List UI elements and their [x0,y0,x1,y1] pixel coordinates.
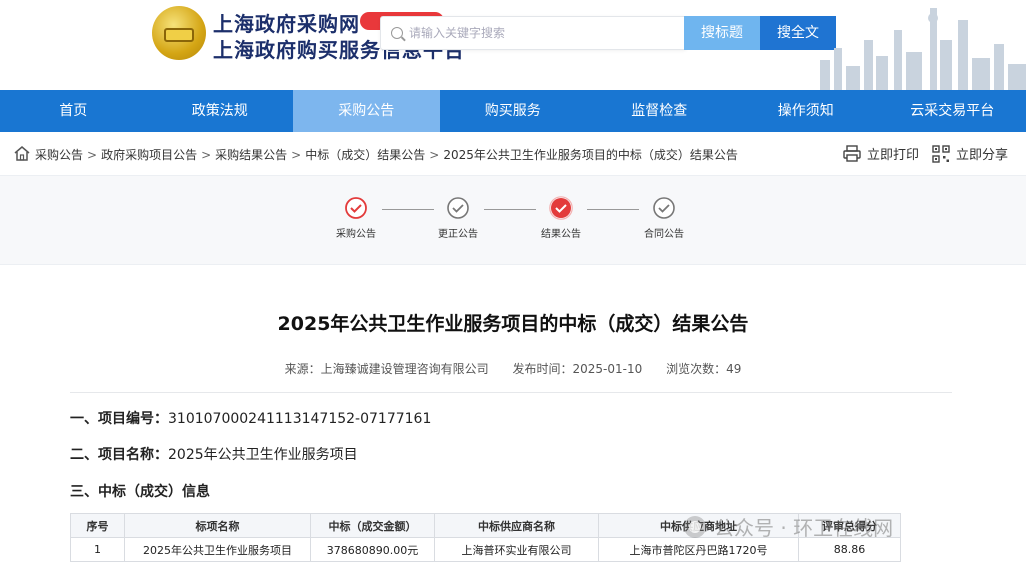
nav-item-supervision[interactable]: 监督检查 [586,90,733,132]
qr-code-icon [932,144,950,163]
step-correction-notice[interactable]: 更正公告 [428,196,488,240]
home-icon[interactable] [14,146,30,161]
main-nav: 首页 政策法规 采购公告 购买服务 监督检查 操作须知 云采交易平台 [0,90,1026,132]
table-cell: 88.86 [798,537,901,562]
page-title: 2025年公共卫生作业服务项目的中标（成交）结果公告 [277,313,749,335]
site-emblem-icon[interactable] [152,6,206,60]
nav-item-instructions[interactable]: 操作须知 [733,90,880,132]
breadcrumb-separator: > [291,148,302,162]
nav-item-purchase-service[interactable]: 购买服务 [440,90,587,132]
print-button[interactable]: 立即打印 [843,144,919,163]
step-connector [382,209,434,210]
breadcrumb-bar: 采购公告 > 政府采购项目公告 > 采购结果公告 > 中标（成交）结果公告 >2025年公共卫… [0,132,1026,176]
check-circle-icon [653,197,675,219]
project-name-row: 二、项目名称：2025年公共卫生作业服务项目 [70,444,358,464]
breadcrumb-item[interactable]: 采购结果公告 [215,148,287,162]
table-cell: 378680890.00元 [310,537,435,562]
project-number-row: 一、项目编号：310107000241113147152-07177161 [70,408,431,428]
search-icon [391,27,403,39]
breadcrumb-separator: > [201,148,212,162]
notice-progress-steps: 采购公告 更正公告 结果公告 合同公告 [0,176,1026,265]
share-button[interactable]: 立即分享 [932,144,1008,163]
breadcrumb-current: 2025年公共卫生作业服务项目的中标（成交）结果公告 [443,148,738,162]
search-box [380,16,686,50]
table-cell: 2025年公共卫生作业服务项目 [124,537,311,562]
notice-view-count: 浏览次数：49 [666,362,742,376]
watermark-text: 公众号 · 环卫在线网 [714,516,894,540]
table-cell: 上海市普陀区丹巴路1720号 [598,537,799,562]
check-circle-filled-icon [549,196,573,220]
divider [70,392,952,393]
wechat-icon [684,515,706,538]
city-skyline-image [820,8,1026,90]
notice-meta: 来源：上海臻诚建设管理咨询有限公司 发布时间：2025-01-10 浏览次数：4… [0,360,1026,377]
breadcrumb-item[interactable]: 政府采购项目公告 [101,148,197,162]
nav-item-policy[interactable]: 政策法规 [147,90,294,132]
watermark: 公众号 · 环卫在线网 [684,512,893,541]
check-circle-icon [345,197,367,219]
breadcrumb-item[interactable]: 中标（成交）结果公告 [305,148,425,162]
project-number-label: 一、项目编号： [70,411,168,427]
table-row: 1 2025年公共卫生作业服务项目 378680890.00元 上海普环实业有限… [70,537,901,562]
project-name-value: 2025年公共卫生作业服务项目 [168,447,358,463]
notice-source: 来源：上海臻诚建设管理咨询有限公司 [284,362,489,376]
column-header: 标项名称 [124,513,311,538]
step-label: 合同公告 [644,229,684,240]
printer-icon [843,145,861,162]
share-label: 立即分享 [956,148,1009,163]
search-input[interactable] [409,23,679,43]
step-procurement-notice[interactable]: 采购公告 [326,196,386,240]
award-info-heading: 三、中标（成交）信息 [70,484,210,500]
table-cell: 上海普环实业有限公司 [434,537,599,562]
column-header: 序号 [70,513,125,538]
nav-item-cloud-platform[interactable]: 云采交易平台 [879,90,1026,132]
project-name-label: 二、项目名称： [70,447,168,463]
breadcrumb-item[interactable]: 采购公告 [35,148,83,162]
notice-publish-time: 发布时间：2025-01-10 [512,362,643,376]
print-label: 立即打印 [867,148,920,163]
nav-item-procurement-notice[interactable]: 采购公告 [293,90,440,132]
column-header: 中标供应商名称 [434,513,599,538]
nav-item-home[interactable]: 首页 [0,90,147,132]
step-connector [484,209,536,210]
step-result-notice[interactable]: 结果公告 [531,196,591,240]
breadcrumb-separator: > [87,148,98,162]
breadcrumb-separator: > [429,148,440,162]
breadcrumb: 采购公告 > 政府采购项目公告 > 采购结果公告 > 中标（成交）结果公告 >2025年公共卫… [35,146,738,163]
site-header: 上海政府采购网 上海政府购买服务信息平台 搜标题 搜全文 [0,0,1026,90]
project-number-value: 310107000241113147152-07177161 [168,411,432,427]
step-contract-notice[interactable]: 合同公告 [634,196,694,240]
step-label: 采购公告 [336,229,376,240]
step-connector [587,209,639,210]
column-header: 中标（成交金额） [310,513,435,538]
table-cell: 1 [70,537,125,562]
step-label: 更正公告 [438,229,478,240]
step-label: 结果公告 [541,229,581,240]
search-title-button[interactable]: 搜标题 [684,16,760,50]
check-circle-icon [447,197,469,219]
site-name[interactable]: 上海政府采购网 [213,8,360,37]
